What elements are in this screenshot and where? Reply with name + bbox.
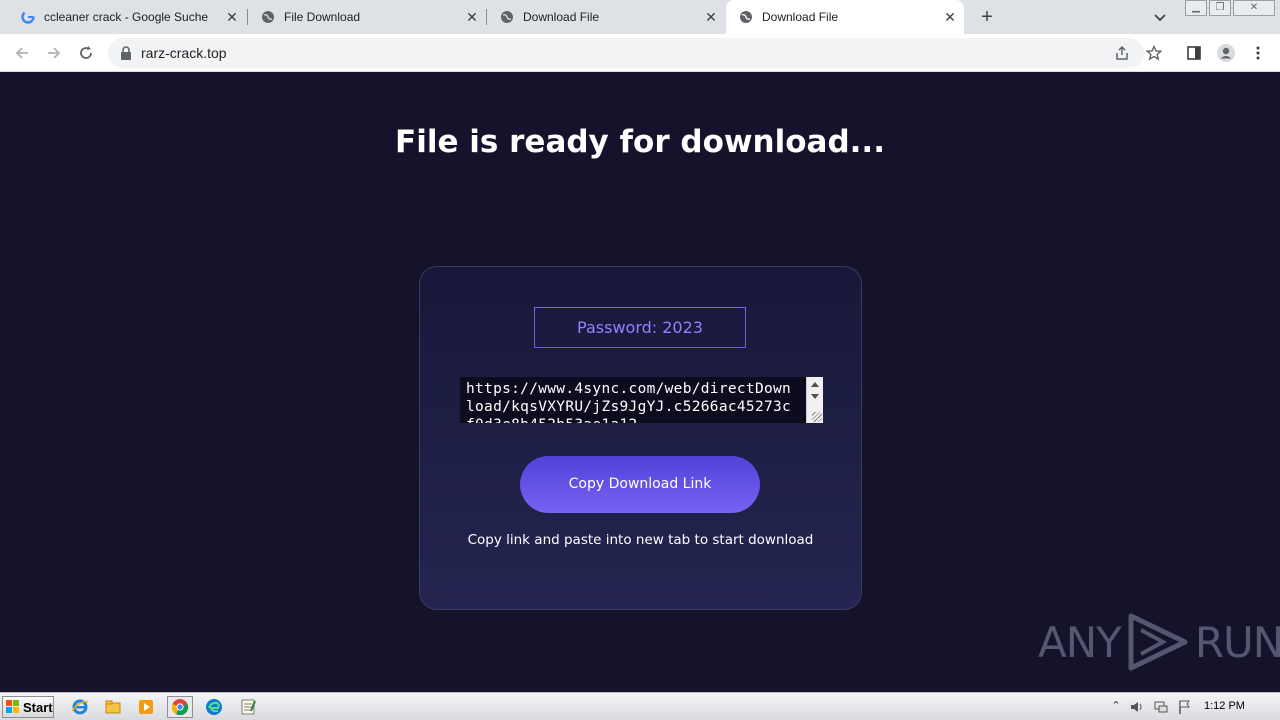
google-icon: [20, 9, 36, 25]
start-button[interactable]: Start: [2, 696, 54, 718]
close-icon[interactable]: ✕: [224, 9, 240, 25]
address-bar[interactable]: rarz-crack.top: [108, 38, 1144, 68]
minimize-button[interactable]: ▁: [1185, 0, 1207, 16]
new-tab-button[interactable]: +: [976, 6, 998, 28]
notepad-icon[interactable]: [235, 696, 261, 718]
reload-button[interactable]: [74, 41, 98, 65]
forward-button[interactable]: [42, 41, 66, 65]
url-text: rarz-crack.top: [141, 45, 227, 61]
reload-icon: [80, 46, 92, 59]
close-window-button[interactable]: ✕: [1233, 0, 1275, 16]
scroll-down-icon[interactable]: [811, 394, 819, 399]
windows-logo-icon: [6, 700, 20, 714]
tab-strip: ccleaner crack - Google Suche ✕ File Dow…: [0, 0, 1280, 34]
anyrun-watermark: ANY RUN: [1038, 610, 1280, 674]
edge-icon[interactable]: [201, 696, 227, 718]
page-content: File is ready for download... Password: …: [0, 72, 1280, 692]
tray-expand-icon[interactable]: ⌃: [1108, 699, 1124, 715]
chrome-icon[interactable]: [167, 696, 193, 718]
watermark-left: ANY: [1038, 617, 1122, 667]
globe-icon: [738, 9, 754, 25]
play-logo-icon: [1128, 613, 1188, 671]
tab-title: Download File: [523, 10, 600, 24]
browser-toolbar: rarz-crack.top: [0, 34, 1280, 72]
arrow-right-icon: [48, 47, 61, 59]
chevron-down-icon[interactable]: [1150, 8, 1170, 26]
lock-icon: [121, 46, 131, 60]
network-icon[interactable]: [1153, 699, 1169, 715]
tab-title: File Download: [284, 10, 361, 24]
watermark-right: RUN: [1194, 617, 1280, 667]
globe-icon: [260, 9, 276, 25]
side-panel-icon[interactable]: [1182, 41, 1206, 65]
back-button[interactable]: [10, 41, 34, 65]
download-link-textarea[interactable]: https://www.4sync.com/web/directDownload…: [460, 377, 823, 423]
download-link-text: https://www.4sync.com/web/directDownload…: [466, 381, 792, 423]
resize-grip-icon[interactable]: [812, 412, 822, 422]
password-label: Password: 2023: [534, 307, 746, 348]
tab-google-search[interactable]: ccleaner crack - Google Suche ✕: [8, 0, 246, 34]
explorer-icon[interactable]: [100, 696, 126, 718]
instruction-text: Copy link and paste into new tab to star…: [467, 532, 814, 548]
textarea-scrollbar[interactable]: [806, 377, 823, 423]
close-icon[interactable]: ✕: [464, 9, 480, 25]
ie-icon[interactable]: [67, 696, 93, 718]
maximize-button[interactable]: ❐: [1209, 0, 1231, 16]
tab-title: ccleaner crack - Google Suche: [44, 10, 209, 24]
tab-download-file[interactable]: Download File ✕: [487, 0, 725, 34]
page-title: File is ready for download...: [395, 124, 885, 160]
volume-icon[interactable]: [1129, 699, 1145, 715]
clock-time: 1:12 PM: [1204, 700, 1245, 712]
globe-icon: [499, 9, 515, 25]
copy-download-link-button[interactable]: Copy Download Link: [520, 456, 760, 513]
close-icon[interactable]: ✕: [703, 9, 719, 25]
bookmark-star-icon[interactable]: [1142, 41, 1166, 65]
tab-file-download[interactable]: File Download ✕: [248, 0, 486, 34]
close-icon[interactable]: ✕: [942, 9, 958, 25]
media-player-icon[interactable]: [133, 696, 159, 718]
tab-title: Download File: [762, 10, 839, 24]
windows-taskbar: Start ⌃ 1:12 PM: [0, 692, 1280, 720]
scroll-up-icon[interactable]: [811, 382, 819, 387]
arrow-left-icon: [15, 47, 28, 59]
tab-download-file-active[interactable]: Download File ✕: [726, 0, 964, 34]
menu-kebab-icon[interactable]: [1246, 41, 1270, 65]
action-center-flag-icon[interactable]: [1177, 699, 1193, 715]
download-card: Password: 2023 https://www.4sync.com/web…: [419, 266, 862, 610]
start-label: Start: [23, 699, 53, 715]
profile-avatar-icon[interactable]: [1214, 41, 1238, 65]
share-icon[interactable]: [1110, 41, 1134, 65]
